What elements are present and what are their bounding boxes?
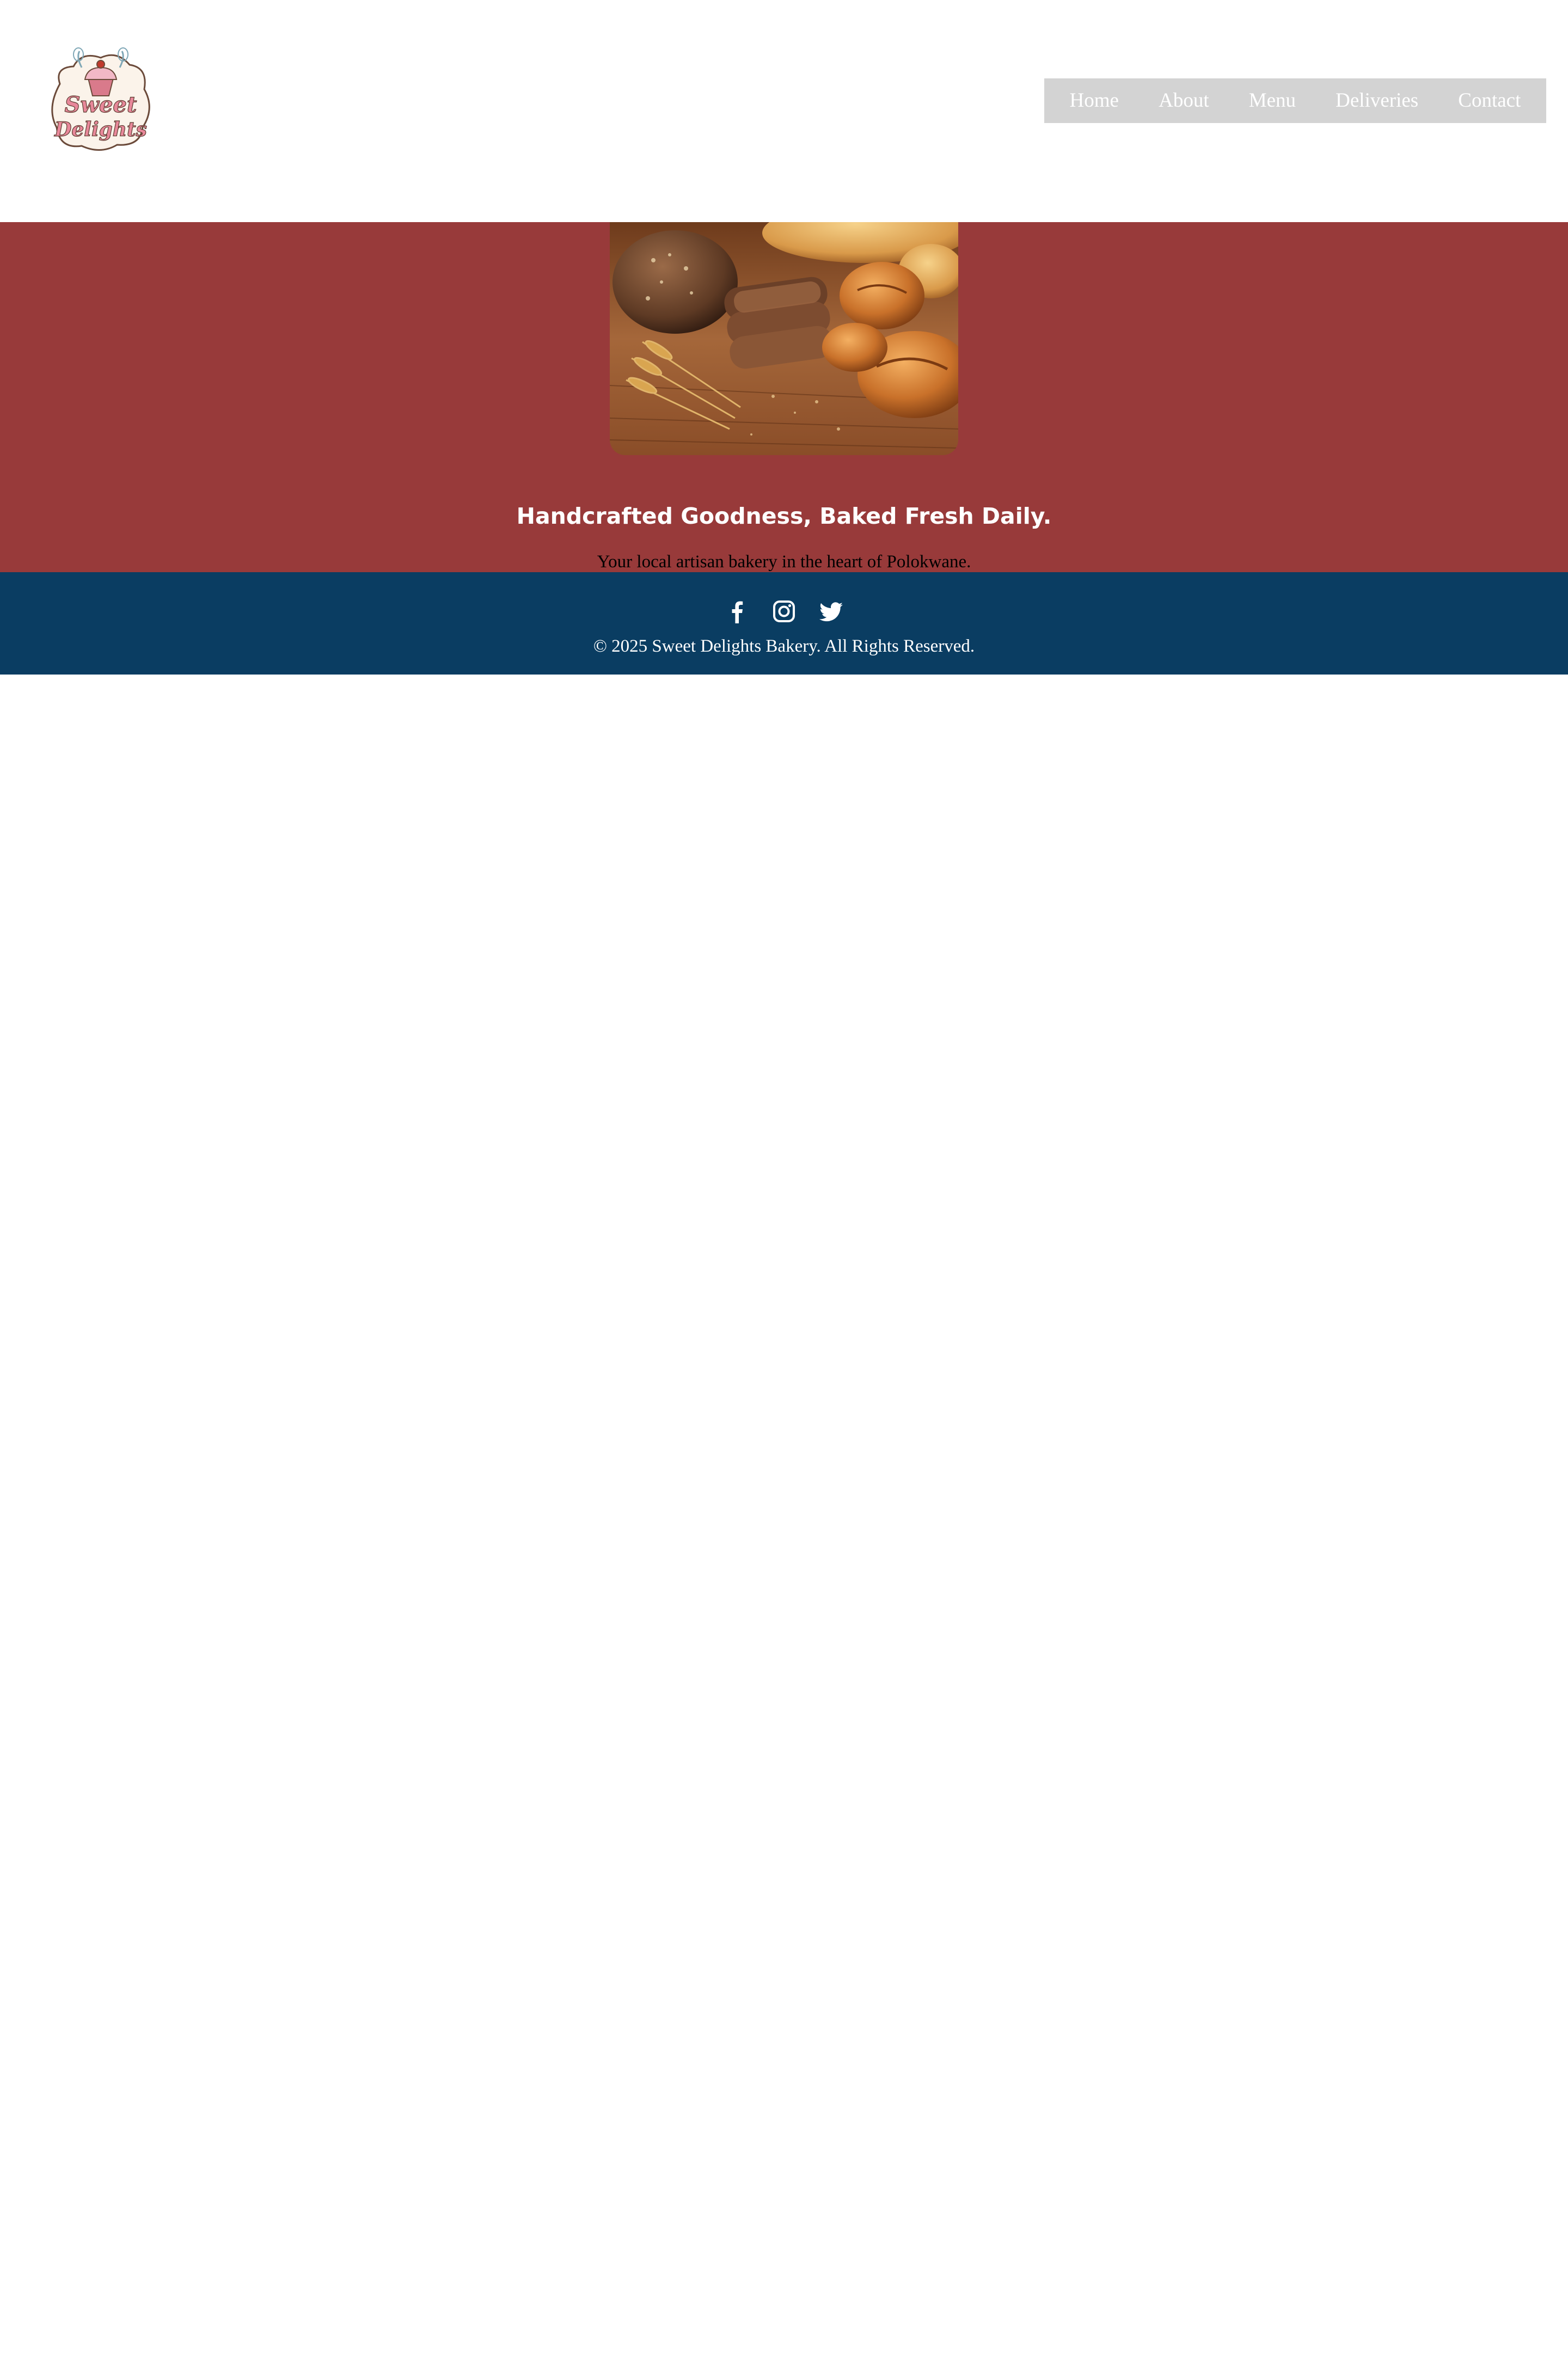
nav-menu[interactable]: Menu xyxy=(1238,78,1307,123)
facebook-link[interactable] xyxy=(722,596,752,627)
main-nav: Home About Menu Deliveries Contact xyxy=(1044,78,1546,123)
nav-about[interactable]: About xyxy=(1148,78,1220,123)
twitter-icon xyxy=(819,602,843,622)
hero-bread-image xyxy=(610,222,958,455)
instagram-link[interactable] xyxy=(769,596,799,627)
site-header: Sweet Delights Home About Menu Deliverie… xyxy=(0,0,1568,222)
svg-text:Delights: Delights xyxy=(54,118,147,141)
nav-deliveries[interactable]: Deliveries xyxy=(1325,78,1429,123)
site-footer: © 2025 Sweet Delights Bakery. All Rights… xyxy=(0,572,1568,675)
cupcake-logo-icon: Sweet Delights xyxy=(51,47,150,151)
hero-section: Handcrafted Goodness, Baked Fresh Daily.… xyxy=(0,222,1568,572)
facebook-icon xyxy=(732,601,743,623)
hero-subtitle: Your local artisan bakery in the heart o… xyxy=(597,552,971,572)
copyright-text: © 2025 Sweet Delights Bakery. All Rights… xyxy=(593,636,975,656)
hero-title: Handcrafted Goodness, Baked Fresh Daily. xyxy=(516,503,1052,529)
twitter-link[interactable] xyxy=(816,596,846,627)
brand-logo[interactable]: Sweet Delights xyxy=(44,46,158,155)
svg-text:Sweet: Sweet xyxy=(65,92,137,118)
nav-home[interactable]: Home xyxy=(1059,78,1130,123)
nav-contact[interactable]: Contact xyxy=(1447,78,1532,123)
instagram-icon xyxy=(773,600,795,622)
social-links xyxy=(0,596,1568,627)
